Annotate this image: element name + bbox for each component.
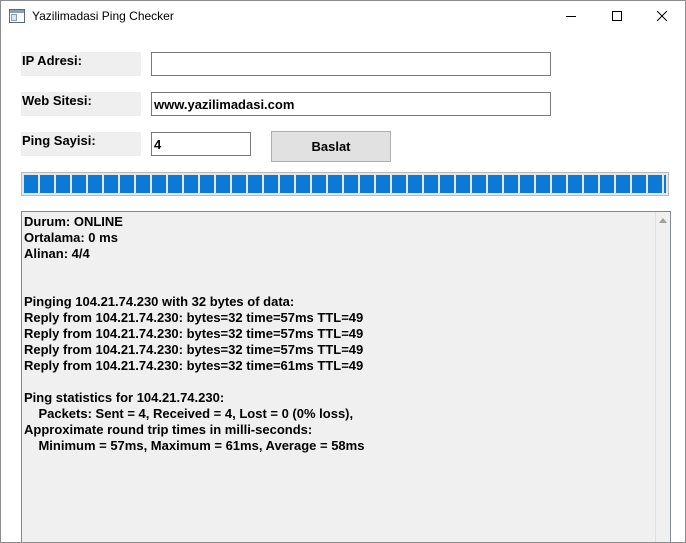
title-bar[interactable]: Yazilimadasi Ping Checker: [1, 1, 685, 32]
website-label: Web Sitesi:: [21, 92, 141, 116]
window-title: Yazilimadasi Ping Checker: [32, 9, 174, 23]
progress-fill: [24, 175, 666, 193]
website-input[interactable]: [151, 92, 551, 116]
vertical-scrollbar[interactable]: [655, 212, 670, 542]
ip-address-label: IP Adresi:: [21, 52, 141, 76]
start-button[interactable]: Baslat: [271, 131, 391, 162]
close-icon: [656, 8, 668, 26]
ping-count-label: Ping Sayisi:: [21, 132, 141, 156]
maximize-icon: [612, 8, 622, 26]
ping-output-text: Durum: ONLINE Ortalama: 0 ms Alinan: 4/4…: [24, 214, 365, 453]
app-window-icon: [9, 9, 25, 23]
ip-address-input[interactable]: [151, 52, 551, 76]
client-area: IP Adresi: Web Sitesi: Ping Sayisi: Basl…: [1, 32, 685, 542]
maximize-button[interactable]: [594, 1, 640, 32]
minimize-icon: [566, 8, 576, 26]
app-window: Yazilimadasi Ping Checker IP Adresi: Web…: [0, 0, 686, 543]
output-textbox[interactable]: Durum: ONLINE Ortalama: 0 ms Alinan: 4/4…: [21, 211, 671, 542]
ping-count-input[interactable]: [151, 132, 251, 156]
scroll-up-arrow-icon[interactable]: [659, 218, 667, 223]
minimize-button[interactable]: [548, 1, 594, 32]
progress-bar: [21, 172, 669, 196]
close-button[interactable]: [639, 1, 685, 32]
